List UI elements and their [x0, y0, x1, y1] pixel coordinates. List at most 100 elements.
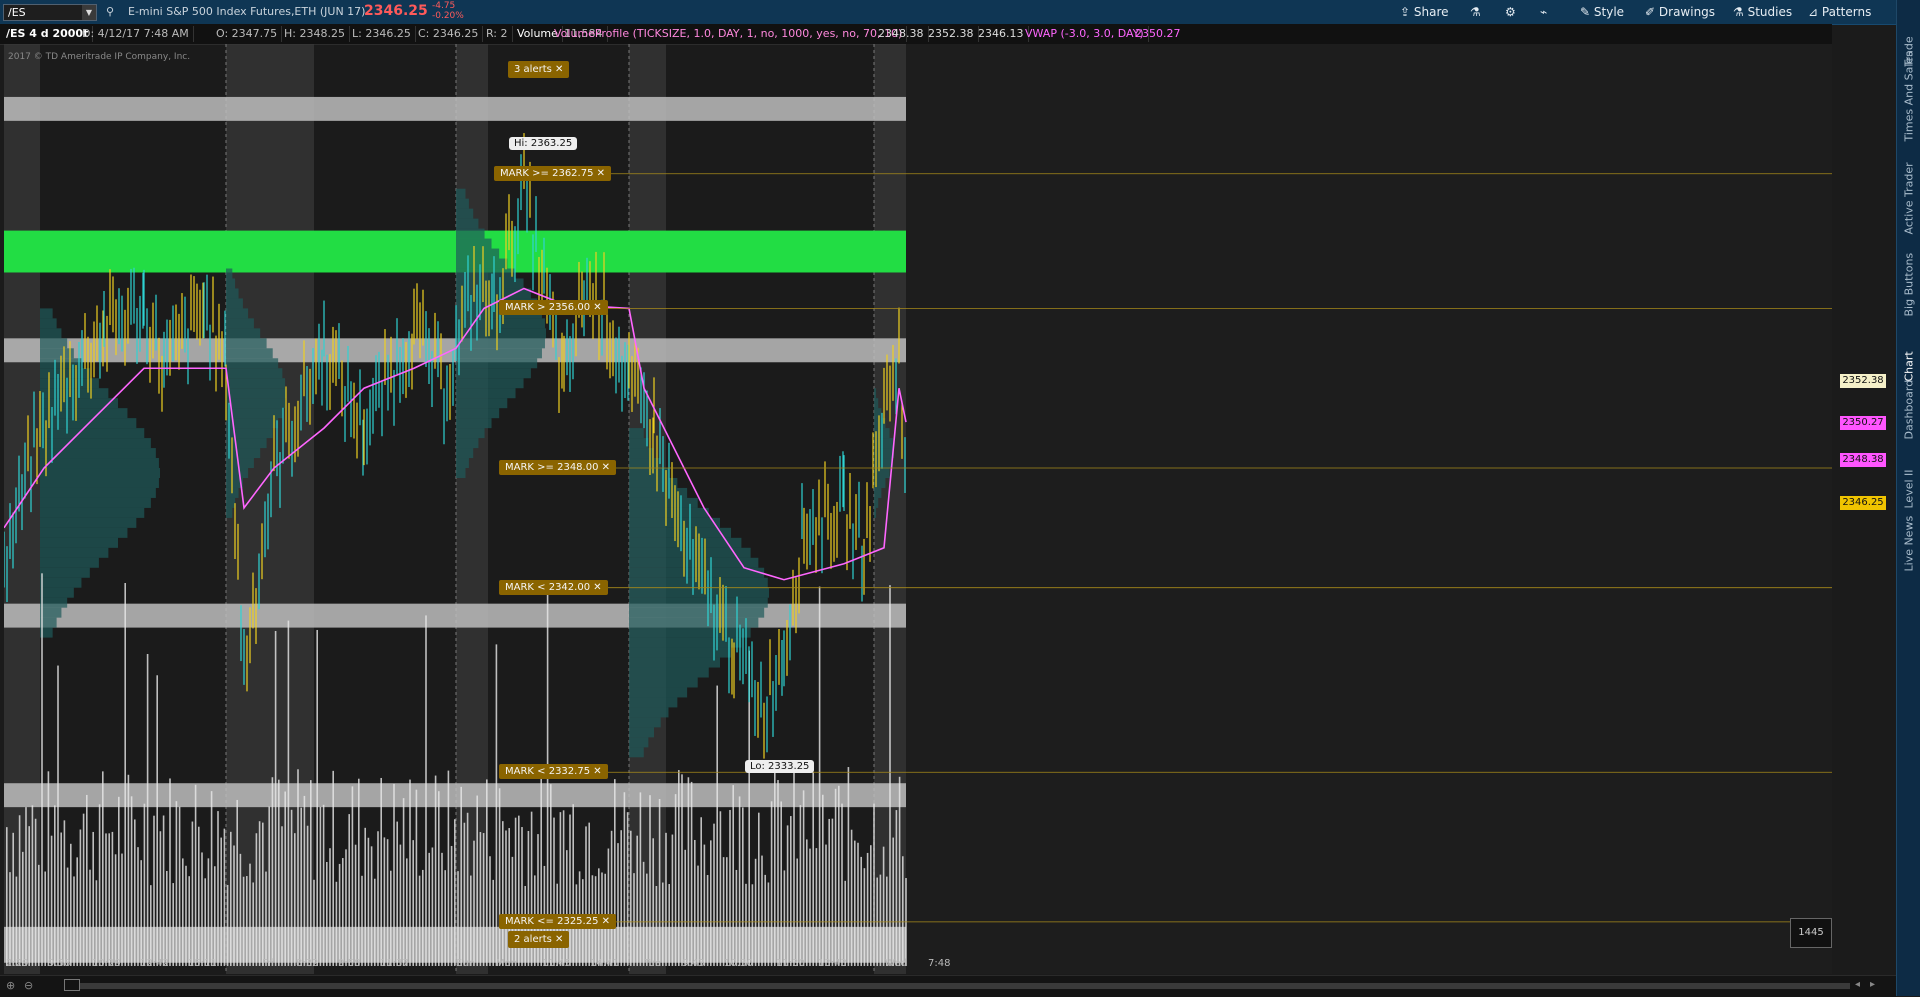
profile-bar	[226, 497, 236, 508]
time-tick-2: 10:29	[92, 958, 121, 969]
link-icon[interactable]: ⚲	[106, 5, 114, 18]
volume-bar	[697, 865, 699, 966]
volume-bar	[428, 852, 430, 966]
profile-bar	[226, 398, 286, 409]
volume-bar	[774, 772, 776, 966]
volume-bar	[201, 852, 203, 966]
drawings-button[interactable]: ✐ Drawings	[1645, 3, 1715, 21]
alerts-top-badge[interactable]: 3 alerts ✕	[508, 61, 570, 78]
close-icon[interactable]: ✕	[598, 916, 610, 927]
side-tab-level-ii[interactable]: Level II	[1903, 469, 1916, 508]
gear-icon[interactable]: ⚙	[1505, 3, 1516, 21]
time-tick-13: Tue	[644, 958, 662, 969]
volume-bar	[188, 876, 190, 966]
bar-count-badge[interactable]: 1445	[1790, 918, 1832, 948]
volume-bar	[236, 799, 238, 966]
zoom-in-icon[interactable]: ⊕	[6, 979, 15, 992]
arrow-left-icon[interactable]: ◂	[1855, 979, 1860, 990]
close-icon[interactable]: ✕	[590, 582, 601, 593]
close-icon[interactable]: ✕	[590, 766, 601, 777]
style-button[interactable]: ✎ Style	[1580, 3, 1624, 21]
volume-bar	[898, 776, 901, 966]
chevron-down-icon[interactable]: ▼	[82, 5, 96, 20]
alert-mark-1[interactable]: MARK > 2356.00 ✕	[499, 300, 608, 316]
close-icon[interactable]: ✕	[593, 168, 605, 179]
chart-scrollbar[interactable]: ⊕ ⊖ ◂ ▸	[0, 975, 1896, 997]
volume-bar	[127, 774, 130, 966]
alert-mark-label: MARK < 2342.00	[505, 581, 591, 593]
indicator-icon[interactable]: ⌁	[1540, 3, 1547, 21]
profile-bar	[226, 507, 233, 518]
profile-bar	[226, 378, 286, 389]
right-tab-bar: Trade Times And Sales Active Trader Big But…	[1896, 0, 1920, 996]
profile-bar	[40, 607, 62, 618]
studies-button[interactable]: ⚗ Studies	[1733, 3, 1792, 21]
side-tab-active-trader[interactable]: Active Trader	[1903, 162, 1916, 234]
profile-bar	[456, 338, 545, 349]
price-chart[interactable]: 2368236623642362236023582356235423522350…	[4, 44, 1832, 974]
studies-label: Studies	[1747, 5, 1793, 19]
volume-bar	[66, 867, 69, 966]
alert-mark-2[interactable]: MARK >= 2348.00 ✕	[499, 460, 617, 475]
symbol-selector[interactable]: /ES ▼	[3, 4, 97, 21]
volume-bar	[889, 585, 891, 966]
profile-bar	[629, 647, 732, 658]
volume-bar	[713, 823, 715, 966]
volume-bar	[390, 870, 392, 966]
alert-mark-3[interactable]: MARK < 2342.00 ✕	[499, 579, 608, 595]
profile-bar	[629, 438, 649, 449]
time-tick-10: Mon	[496, 958, 518, 969]
volume-bar	[76, 857, 78, 966]
volume-bar	[505, 830, 507, 966]
volume-bar	[383, 837, 386, 966]
close-icon[interactable]: ✕	[590, 302, 601, 313]
side-tab-times-and-sales[interactable]: Times And Sales	[1903, 51, 1916, 141]
symbol-description: E-mini S&P 500 Index Futures,ETH (JUN 17…	[128, 5, 366, 18]
flask-icon[interactable]: ⚗	[1470, 3, 1481, 21]
volume-bar	[873, 803, 875, 966]
volume-bar	[700, 817, 702, 966]
side-tab-dashboard[interactable]: Dashboard	[1903, 380, 1916, 440]
alert-mark-5[interactable]: MARK <= 2325.25 ✕	[499, 913, 617, 929]
volume-bar	[82, 813, 85, 966]
profile-bar	[456, 418, 492, 429]
alert-mark-0[interactable]: MARK >= 2362.75 ✕	[494, 165, 612, 181]
side-tab-big-buttons[interactable]: Big Buttons	[1903, 253, 1916, 317]
time-tick-14: 9:43	[682, 958, 705, 969]
volume-bar	[175, 801, 178, 966]
profile-bar	[629, 747, 644, 758]
volume-bar	[850, 829, 853, 966]
profile-bar	[226, 348, 273, 359]
close-icon[interactable]: ✕	[555, 934, 563, 945]
vwap-study[interactable]: VWAP (-3.0, 3.0, DAY)	[1021, 26, 1149, 42]
volume-bar	[585, 826, 587, 966]
profile-bar	[874, 458, 893, 469]
volume-bar	[857, 842, 859, 966]
volume-bar	[463, 822, 466, 966]
alerts-bottom-badge[interactable]: 2 alerts ✕	[508, 931, 570, 948]
drag-handle[interactable]	[64, 979, 80, 991]
volume-profile-study[interactable]: VolumeProfile (TICKSIZE, 1.0, DAY, 1, no…	[550, 26, 908, 42]
profile-bar	[226, 428, 273, 439]
profile-bar	[629, 627, 751, 638]
side-tab-live-news[interactable]: Live News	[1903, 516, 1916, 572]
alert-mark-label: MARK >= 2348.00	[505, 462, 599, 473]
studies-icon: ⚗	[1733, 5, 1744, 19]
price-change: -4.75	[432, 1, 456, 11]
profile-bar	[40, 487, 156, 498]
scroll-track[interactable]	[80, 983, 1850, 989]
share-button[interactable]: ⇪ Share	[1400, 3, 1449, 21]
alert-mark-4[interactable]: MARK < 2332.75 ✕	[499, 764, 608, 780]
close-icon[interactable]: ✕	[555, 64, 563, 75]
zoom-out-icon[interactable]: ⊖	[24, 979, 33, 992]
volume-bar	[316, 629, 318, 966]
volume-bar	[633, 873, 635, 966]
volume-bar	[57, 665, 59, 966]
close-icon[interactable]: ✕	[598, 462, 610, 473]
volume-bar	[886, 876, 888, 966]
side-tab-chart[interactable]: Chart	[1903, 351, 1916, 381]
arrow-right-icon[interactable]: ▸	[1870, 979, 1875, 990]
volume-bar	[482, 833, 485, 966]
patterns-button[interactable]: ⊿ Patterns	[1808, 3, 1871, 21]
volume-bar	[230, 831, 232, 966]
